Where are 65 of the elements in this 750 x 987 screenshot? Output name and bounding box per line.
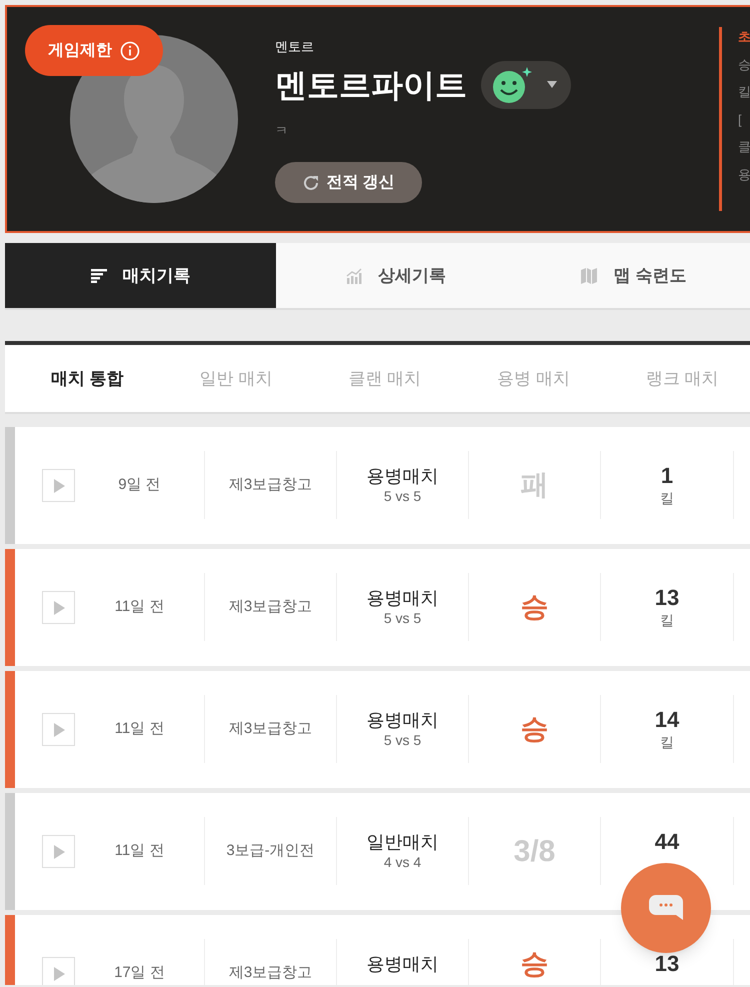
refresh-button[interactable]: 전적 갱신 <box>275 162 422 203</box>
match-time: 17일 전 <box>114 962 165 983</box>
chat-bubble-icon <box>648 893 684 923</box>
title-label: 멘토르 <box>275 38 315 56</box>
play-button[interactable] <box>42 591 75 624</box>
kill-count: 1 <box>660 463 674 489</box>
nickname: 멘토르파이트 <box>275 66 467 104</box>
team-size: 5 vs 5 <box>384 609 422 627</box>
kill-count: 44 <box>654 829 680 855</box>
side-panel-text: 용 <box>738 166 750 184</box>
play-icon <box>52 966 64 980</box>
match-time: 11일 전 <box>114 596 164 617</box>
play-button[interactable] <box>42 469 75 502</box>
side-panel-text: 클 <box>738 138 750 156</box>
play-icon <box>52 478 64 492</box>
match-mode: 용병매치 <box>366 953 438 975</box>
kill-label: 킬 <box>660 611 674 629</box>
side-panel-text: [ <box>738 110 743 129</box>
match-row[interactable]: 11일 전 제3보급창고 용병매치 5 vs 5 승 13 킬 <box>5 549 750 666</box>
side-panel-text: 승 <box>738 56 750 74</box>
map-name: 제3보급창고 <box>228 596 312 617</box>
match-mode: 용병매치 <box>366 465 438 487</box>
play-button[interactable] <box>42 835 75 868</box>
play-icon <box>52 844 64 858</box>
info-icon <box>120 40 140 60</box>
play-button[interactable] <box>42 957 75 985</box>
play-icon <box>52 722 64 736</box>
match-result: 승 <box>520 712 548 746</box>
kill-count: 13 <box>654 585 680 611</box>
bar-chart-icon <box>346 268 362 284</box>
status-message: ㅋ <box>275 122 289 140</box>
refresh-icon <box>302 174 320 192</box>
caret-icon <box>547 81 557 88</box>
filter-tab[interactable]: 매치 통합 <box>51 366 124 392</box>
side-panel-text: 킬 <box>738 83 750 101</box>
match-time: 11일 전 <box>114 718 164 739</box>
list-icon <box>90 268 106 282</box>
match-time: 9일 전 <box>118 474 161 495</box>
kill-count: 14 <box>654 707 680 733</box>
kill-label: 킬 <box>660 489 674 507</box>
kill-count: 13 <box>654 951 680 977</box>
match-row[interactable]: 17일 전 제3보급창고 용병매치 승 13 <box>5 915 750 985</box>
match-mode: 용병매치 <box>366 709 438 731</box>
match-time: 11일 전 <box>114 840 164 861</box>
match-mode: 용병매치 <box>366 587 438 609</box>
emblem-dropdown[interactable] <box>481 60 571 108</box>
team-size: 5 vs 5 <box>384 731 422 749</box>
match-row[interactable]: 11일 전 제3보급창고 용병매치 5 vs 5 승 14 킬 <box>5 671 750 788</box>
map-name: 3보급-개인전 <box>226 840 315 861</box>
match-mode: 일반매치 <box>366 831 438 853</box>
tab[interactable]: 매치기록 <box>5 243 276 308</box>
match-result: 승 <box>520 590 548 624</box>
team-size: 4 vs 4 <box>384 853 422 871</box>
restriction-badge[interactable]: 게임제한 <box>25 25 163 76</box>
kill-label: 킬 <box>660 733 674 751</box>
map-name: 제3보급창고 <box>228 718 312 739</box>
play-button[interactable] <box>42 713 75 746</box>
map-name: 제3보급창고 <box>228 474 312 495</box>
team-size: 5 vs 5 <box>384 487 422 505</box>
play-icon <box>52 600 64 614</box>
map-icon <box>580 266 598 284</box>
match-result: 승 <box>520 947 548 981</box>
smiley-icon <box>491 64 533 104</box>
side-panel-text: 초 <box>738 28 750 46</box>
map-name: 제3보급창고 <box>228 962 312 983</box>
